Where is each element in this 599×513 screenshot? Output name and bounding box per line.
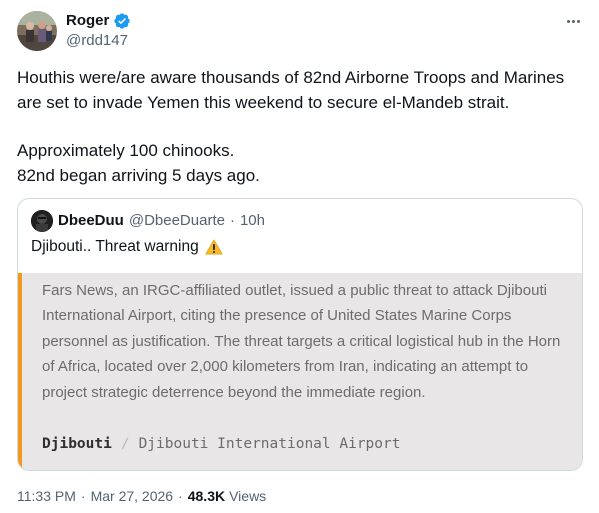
quoted-author-avatar[interactable]: [31, 210, 53, 232]
quoted-tweet-text: Djibouti.. Threat warning: [31, 238, 199, 255]
quoted-tweet-header: DbeeDuu @DbeeDuarte · 10h: [31, 210, 265, 232]
card-breadcrumb: Djibouti / Djibouti International Airpor…: [42, 434, 400, 454]
tweet-text: Houthis were/are aware thousands of 82nd…: [17, 66, 582, 188]
meta-separator: ·: [229, 212, 235, 229]
card-breadcrumb-item[interactable]: Djibouti International Airport: [139, 434, 401, 454]
link-preview-card[interactable]: Fars News, an IRGC-affiliated outlet, is…: [18, 273, 582, 470]
card-accent-bar: [18, 273, 22, 470]
views-label: Views: [229, 488, 267, 504]
tweet-paragraph: Approximately 100 chinooks. 82nd began a…: [17, 141, 260, 185]
quoted-author-handle[interactable]: @DbeeDuarte: [129, 211, 225, 231]
views-count[interactable]: 48.3K: [188, 487, 225, 505]
author-display-name[interactable]: Roger: [66, 11, 109, 31]
quoted-tweet-time[interactable]: 10h: [240, 211, 265, 231]
tweet-meta: 11:33 PM · Mar 27, 2026 · 48.3K Views: [17, 487, 266, 505]
author-name-row: Roger: [66, 11, 131, 31]
warning-icon: [205, 239, 223, 255]
verified-badge-icon: [113, 12, 131, 30]
breadcrumb-separator: /: [120, 436, 130, 452]
author-handle[interactable]: @rdd147: [66, 32, 128, 50]
author-avatar[interactable]: [17, 11, 57, 51]
more-options-icon[interactable]: [560, 11, 586, 31]
tweet-paragraph: Houthis were/are aware thousands of 82nd…: [17, 68, 569, 112]
tweet-time[interactable]: 11:33 PM: [17, 487, 76, 505]
card-site-name[interactable]: Djibouti: [42, 434, 112, 454]
quoted-tweet[interactable]: DbeeDuu @DbeeDuarte · 10h Djibouti.. Thr…: [17, 198, 583, 471]
quoted-tweet-text-row: Djibouti.. Threat warning: [31, 237, 223, 257]
meta-separator: ·: [178, 488, 183, 504]
quoted-author-name[interactable]: DbeeDuu: [58, 211, 124, 231]
card-description: Fars News, an IRGC-affiliated outlet, is…: [42, 282, 561, 401]
tweet: Roger @rdd147 Houthis were/are aware tho…: [0, 0, 599, 513]
tweet-date[interactable]: Mar 27, 2026: [91, 487, 174, 505]
meta-separator: ·: [80, 488, 86, 504]
